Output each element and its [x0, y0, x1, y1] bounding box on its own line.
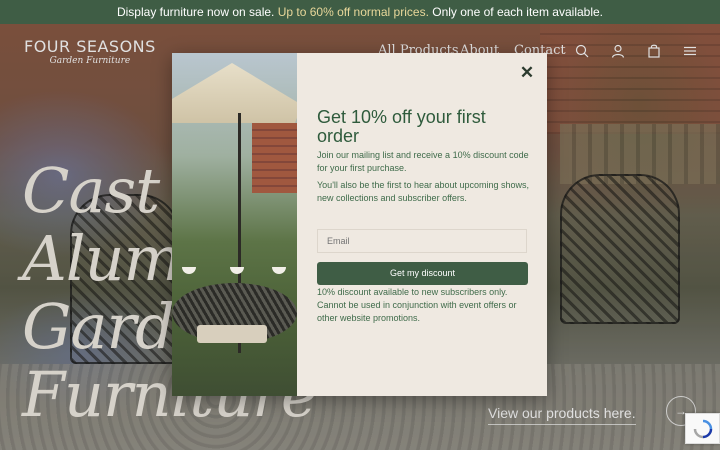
image-parasol [172, 63, 297, 123]
image-brick-wall [252, 123, 297, 193]
announcement-text: Display furniture now on sale. [116, 5, 278, 19]
recaptcha-badge[interactable] [685, 413, 720, 444]
image-bowl [182, 267, 196, 274]
announcement-bar: Display furniture now on sale. Up to 60%… [0, 0, 720, 24]
close-icon[interactable]: ✕ [519, 64, 535, 81]
newsletter-popup: ✕ Get 10% off your first order Join our … [172, 53, 547, 396]
image-bowl [230, 267, 244, 274]
image-bowl [272, 267, 286, 274]
popup-description: Join our mailing list and receive a 10% … [317, 150, 529, 173]
image-cushion [197, 325, 267, 343]
recaptcha-icon [693, 419, 712, 438]
announcement-highlight[interactable]: Up to 60% off normal prices. [278, 5, 429, 19]
popup-title: Get 10% off your first order [317, 107, 486, 146]
email-field[interactable] [317, 229, 527, 253]
popup-description-2: You'll also be the first to hear about u… [317, 180, 530, 203]
announcement-text-end: Only one of each item available. [428, 5, 604, 19]
popup-disclaimer: 10% discount available to new subscriber… [317, 287, 517, 323]
popup-image [172, 53, 297, 396]
get-discount-button[interactable]: Get my discount [317, 262, 528, 285]
